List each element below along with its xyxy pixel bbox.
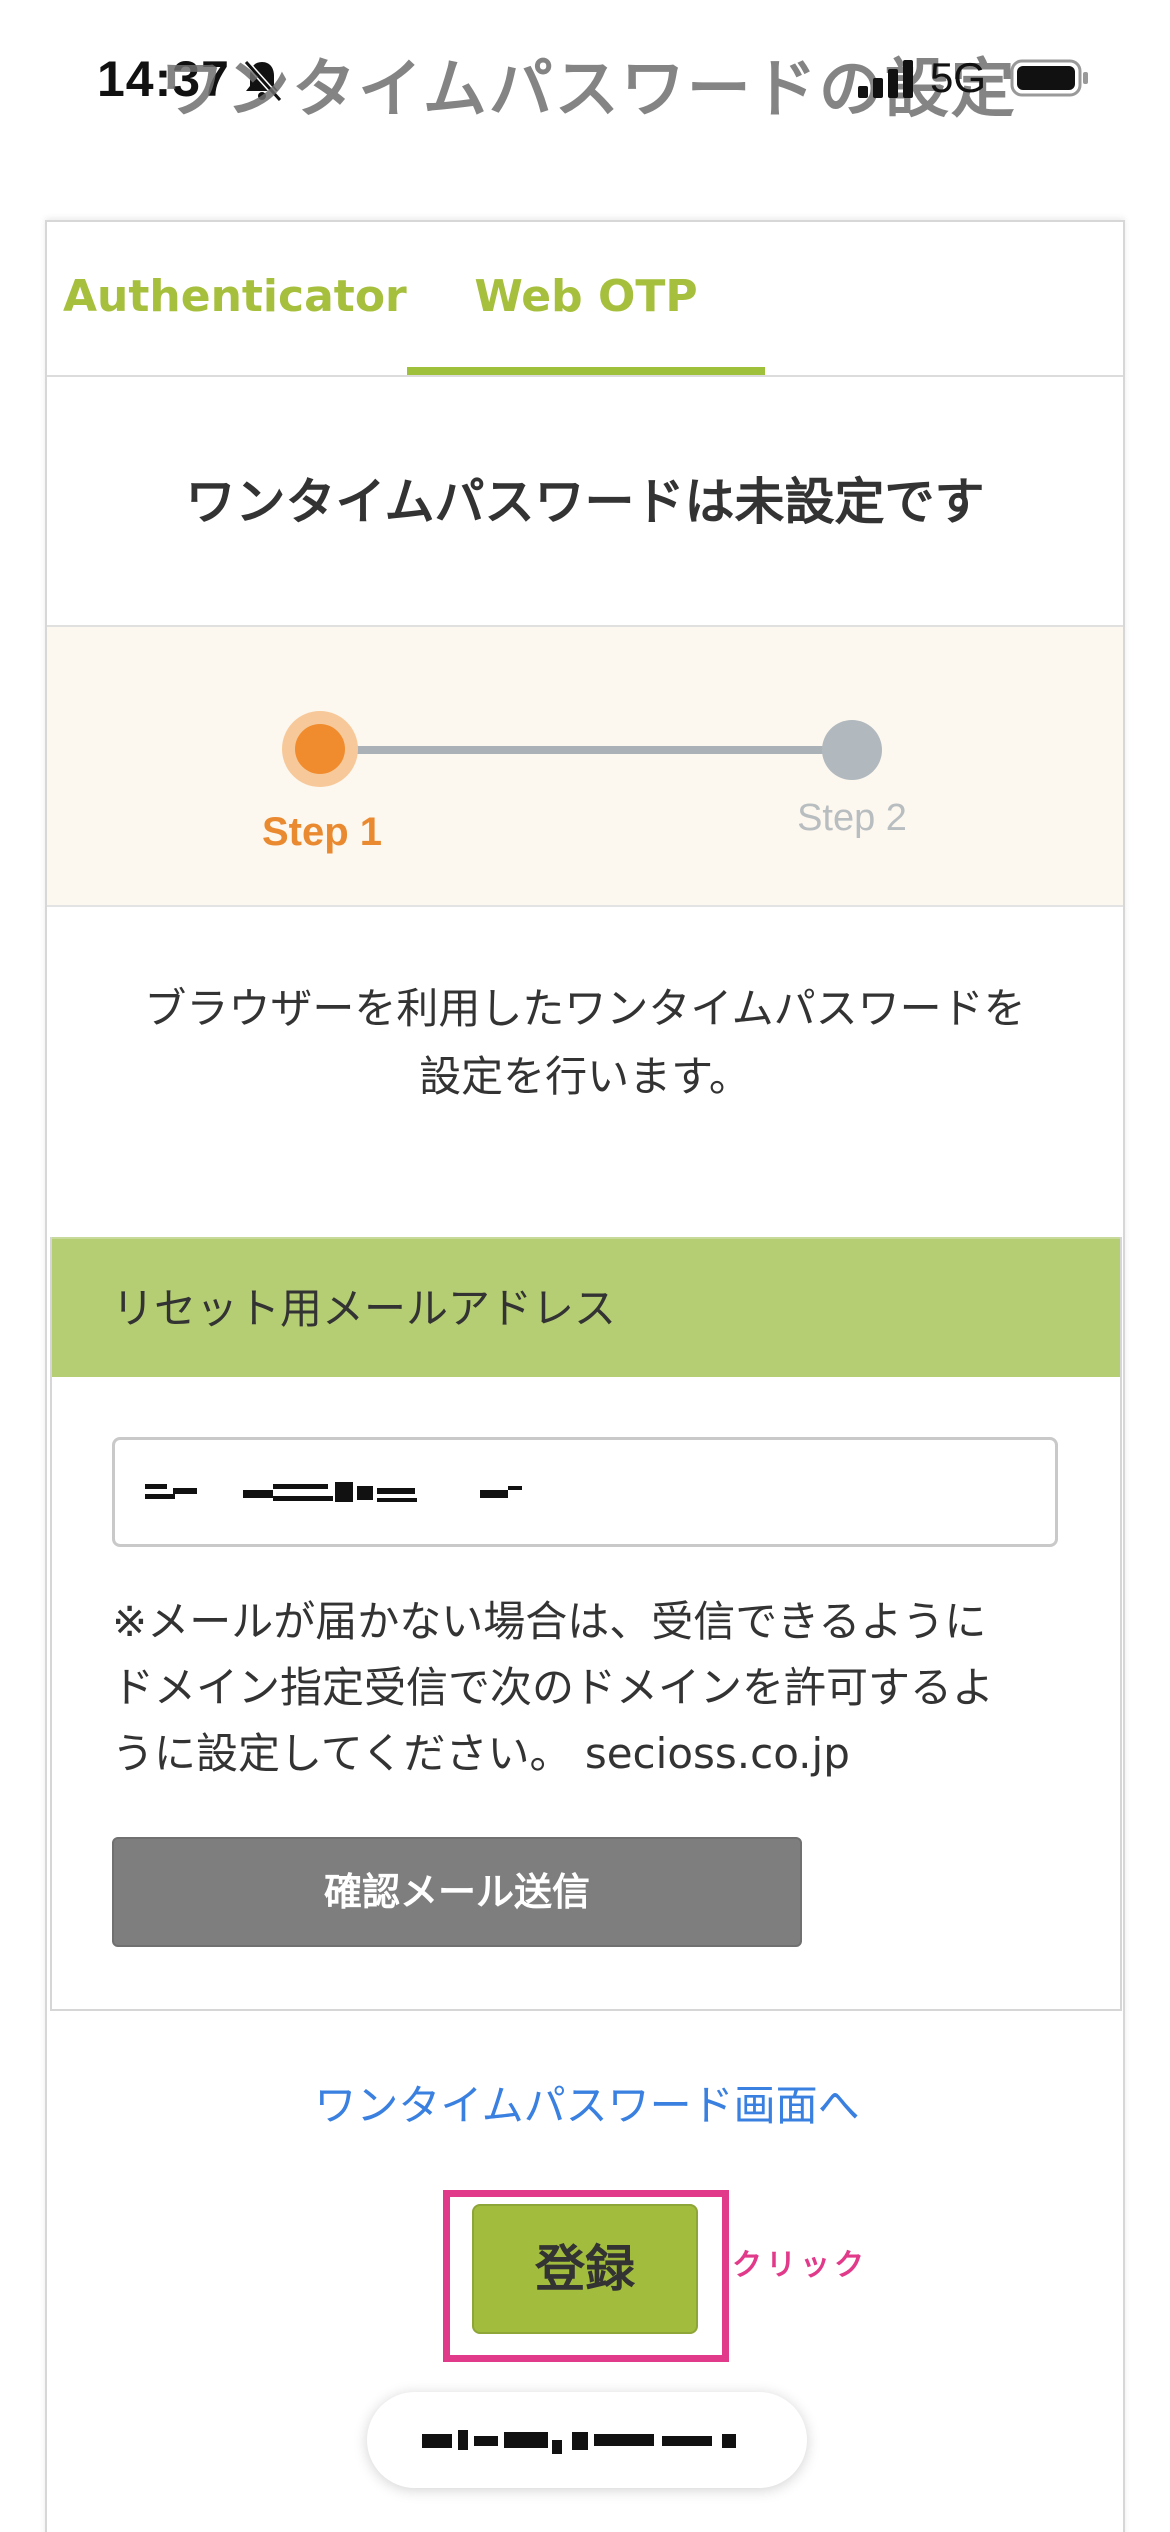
page: 14:37 ワンタイムパスワードの設定 5G Authenticator Web… xyxy=(0,0,1170,2532)
step-2-label: Step 2 xyxy=(797,797,907,839)
reset-email-input[interactable] xyxy=(112,1437,1058,1547)
email-domain-note: ※メールが届かない場合は、受信できるように ドメイン指定受信で次のドメインを許可… xyxy=(112,1589,1072,1787)
reset-email-section: リセット用メールアドレス ※メールが届かない場合は、受信できるように ドメイン指… xyxy=(50,1237,1122,2011)
stepper: Step 1 Step 2 xyxy=(47,627,1123,907)
status-bar: 14:37 ワンタイムパスワードの設定 5G xyxy=(0,0,1170,160)
description-text: ブラウザーを利用したワンタイムパスワードを 設定を行います。 xyxy=(47,907,1123,1237)
reset-email-body: ※メールが届かない場合は、受信できるように ドメイン指定受信で次のドメインを許可… xyxy=(52,1377,1120,2009)
step-connector-line xyxy=(317,746,857,754)
description-line-2: 設定を行います。 xyxy=(419,1052,751,1101)
step-1-label: Step 1 xyxy=(261,810,383,854)
otp-screen-link[interactable]: ワンタイムパスワード画面へ xyxy=(47,2072,1127,2133)
reset-email-header: リセット用メールアドレス xyxy=(52,1237,1120,1377)
tab-authenticator[interactable]: Authenticator xyxy=(63,222,407,375)
click-annotation: クリック xyxy=(732,2248,868,2283)
step-2-indicator xyxy=(822,720,882,780)
note-line-1: ※メールが届かない場合は、受信できるように xyxy=(112,1597,987,1646)
otp-status-title: ワンタイムパスワードは未設定です xyxy=(47,377,1123,627)
step-1-indicator xyxy=(295,724,345,774)
note-line-2: ドメイン指定受信で次のドメインを許可するよ xyxy=(112,1663,995,1712)
description-line-1: ブラウザーを利用したワンタイムパスワードを xyxy=(144,984,1026,1033)
signal-icon xyxy=(858,60,913,98)
send-confirmation-email-button[interactable]: 確認メール送信 xyxy=(112,1837,802,1947)
network-type: 5G xyxy=(930,54,987,101)
note-line-3: うに設定してください。 secioss.co.jp xyxy=(112,1729,850,1778)
battery-icon xyxy=(1010,59,1088,97)
url-toast xyxy=(367,2392,807,2488)
tab-bar: Authenticator Web OTP xyxy=(47,222,1123,377)
tab-web-otp[interactable]: Web OTP xyxy=(407,222,765,375)
redacted-email-value xyxy=(145,1482,522,1502)
redacted-url xyxy=(422,2430,736,2454)
register-button[interactable]: 登録 xyxy=(472,2204,698,2334)
otp-settings-card: Authenticator Web OTP ワンタイムパスワードは未設定です S… xyxy=(45,220,1125,2532)
